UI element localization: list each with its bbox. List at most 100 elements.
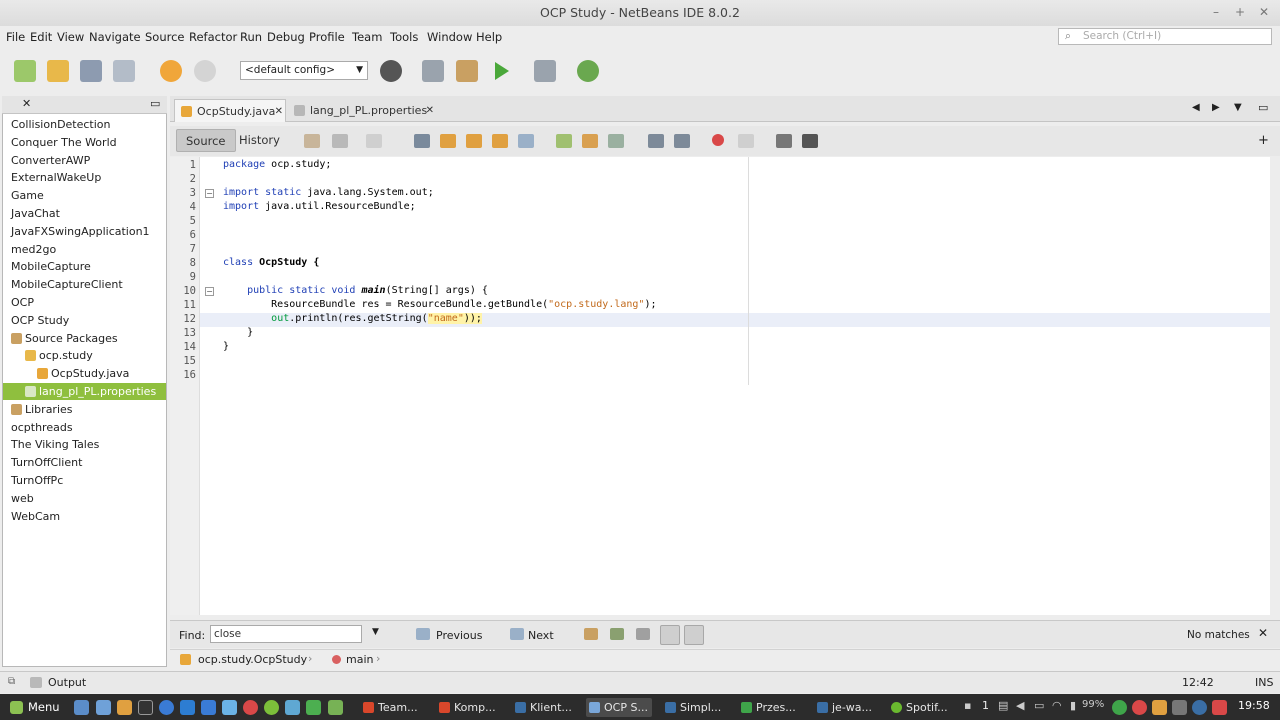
find-previous-icon[interactable] [440,134,456,148]
close-tab-icon[interactable]: ✕ [275,100,283,123]
taskbar-item[interactable]: Komp... [436,698,502,717]
wifi-icon[interactable]: ◠ [1052,699,1062,712]
menu-tools[interactable]: Tools [390,30,418,44]
taskbar-item-active[interactable]: OCP S... [586,698,652,717]
menu-file[interactable]: File [6,30,25,44]
tree-item[interactable]: ocp.study [3,347,166,364]
skype-icon[interactable] [222,700,237,715]
tree-item[interactable]: med2go [3,241,166,258]
tree-item[interactable]: CollisionDetection [3,116,166,133]
files-icon[interactable] [117,700,132,715]
source-tab[interactable]: Source [176,129,236,152]
editor-icon[interactable] [180,700,195,715]
build-icon[interactable] [422,60,444,82]
app-icon[interactable] [201,700,216,715]
scroll-left-icon[interactable]: ◀ [1192,102,1200,113]
menu-source[interactable]: Source [145,30,185,44]
toggle-rect-selection-icon[interactable] [518,134,534,148]
match-case-icon[interactable] [636,628,650,640]
android-icon[interactable] [306,700,321,715]
previous-bookmark-icon[interactable] [556,134,572,148]
config-select[interactable]: <default config> ▼ [240,61,368,80]
breadcrumb-class[interactable]: ocp.study.OcpStudy [198,653,307,666]
run-icon[interactable] [495,62,509,80]
regex-icon[interactable] [684,625,704,645]
tree-item[interactable]: TurnOffClient [3,454,166,471]
menu-team[interactable]: Team [352,30,382,44]
tree-item[interactable]: MobileCapture [3,258,166,275]
tab-properties[interactable]: lang_pl_PL.properties ✕ [288,99,438,122]
network-icon[interactable]: ▤ [998,699,1008,712]
next-bookmark-icon[interactable] [582,134,598,148]
tree-item[interactable]: OCP Study [3,312,166,329]
show-desktop-icon[interactable] [74,700,89,715]
minimize-panel-icon[interactable]: ▭ [150,97,160,110]
tree-item[interactable]: Game [3,187,166,204]
debug-icon[interactable] [534,60,556,82]
menu-refactor[interactable]: Refactor [189,30,237,44]
tray-app-icon[interactable] [1152,700,1167,715]
messenger-icon[interactable] [285,700,300,715]
taskbar-item[interactable]: Simpl... [662,698,728,717]
add-icon[interactable]: + [1258,133,1269,148]
app-green-icon[interactable] [328,700,343,715]
profile-icon[interactable] [577,60,599,82]
menu-run[interactable]: Run [240,30,262,44]
tree-item[interactable]: Source Packages [3,330,166,347]
breadcrumb-method[interactable]: main [346,653,373,666]
menu-debug[interactable]: Debug [267,30,305,44]
menu-view[interactable]: View [57,30,84,44]
tree-item[interactable]: web [3,490,166,507]
tray-app-icon[interactable] [1192,700,1207,715]
find-previous-button[interactable]: Previous [436,629,483,642]
tree-item[interactable]: Libraries [3,401,166,418]
taskbar-item[interactable]: je-wa... [814,698,880,717]
terminal-icon[interactable] [138,700,153,715]
tray-app-icon[interactable] [1172,700,1187,715]
tree-item[interactable]: JavaChat [3,205,166,222]
maximize-editor-icon[interactable]: ▭ [1258,101,1268,114]
search-input[interactable]: ⌕ Search (Ctrl+I) [1058,28,1272,45]
find-input[interactable]: close [210,625,362,643]
battery-icon[interactable]: ▮ [1070,699,1076,712]
taskbar-item[interactable]: Spotif... [888,698,954,717]
tree-item[interactable]: ConverterAWP [3,152,166,169]
comment-icon[interactable] [776,134,792,148]
save-all-icon[interactable] [113,60,135,82]
stop-macro-icon[interactable] [738,134,754,148]
run-config-icon[interactable] [380,60,402,82]
whole-words-icon[interactable] [660,625,680,645]
taskbar-item[interactable]: Team... [360,698,426,717]
tab-ocpstudy-java[interactable]: OcpStudy.java ✕ [174,99,286,122]
clean-build-icon[interactable] [456,60,478,82]
toggle-highlight-icon[interactable] [492,134,508,148]
history-tab[interactable]: History [230,129,289,152]
browser-icon[interactable] [243,700,258,715]
start-menu-button[interactable]: Menu [4,696,62,718]
close-find-icon[interactable]: ✕ [1258,626,1268,640]
fold-toggle-icon[interactable]: − [205,189,214,198]
find-history-chevron-icon[interactable]: ▼ [372,627,379,637]
new-file-icon[interactable] [14,60,36,82]
tray-app-icon[interactable] [1112,700,1127,715]
find-selection-icon[interactable] [414,134,430,148]
close-tab-icon[interactable]: ✕ [426,99,434,122]
spotify-quick-icon[interactable] [264,700,279,715]
shift-left-icon[interactable] [648,134,664,148]
tree-item[interactable]: OcpStudy.java [3,365,166,382]
highlight-results-icon[interactable] [610,628,624,640]
tree-item[interactable]: WebCam [3,508,166,525]
uncomment-icon[interactable] [802,134,818,148]
file-manager-icon[interactable] [96,700,111,715]
volume-icon[interactable]: ◀ [1016,699,1024,712]
display-icon[interactable]: ▭ [1034,699,1044,712]
tree-item[interactable]: Conquer The World [3,134,166,151]
workspace-icon[interactable]: ▪ [964,699,971,712]
menu-edit[interactable]: Edit [30,30,52,44]
open-project-icon[interactable] [80,60,102,82]
scroll-right-icon[interactable]: ▶ [1212,102,1220,113]
tab-list-icon[interactable]: ▼ [1234,102,1242,113]
tree-item[interactable]: JavaFXSwingApplication1 [3,223,166,240]
notifications-icon[interactable]: ⧉ [8,676,15,687]
fold-toggle-icon[interactable]: − [205,287,214,296]
